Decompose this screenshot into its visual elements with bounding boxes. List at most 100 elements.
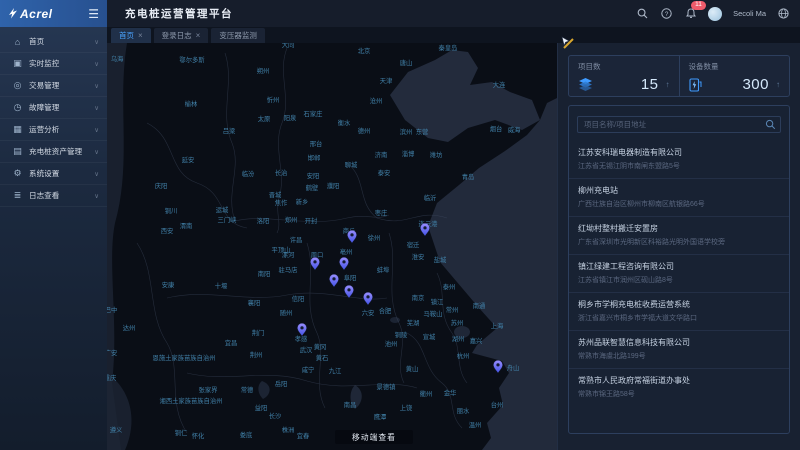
sidebar-item-故障管理[interactable]: ◷ 故障管理 ∨ <box>0 97 107 119</box>
home-icon: ⌂ <box>11 37 24 47</box>
city-label: 滨州 <box>400 127 413 136</box>
globe-icon[interactable] <box>777 7 790 20</box>
location-pin-icon[interactable] <box>363 292 372 305</box>
chevron-down-icon: ∨ <box>94 60 99 68</box>
city-label: 嘉兴 <box>470 336 483 345</box>
bell-icon[interactable]: 11 <box>684 7 697 20</box>
city-label: 湘西土家族苗族自治州 <box>160 396 223 405</box>
city-label: 淄博 <box>402 149 415 158</box>
city-label: 盐城 <box>434 255 447 264</box>
city-label: 徐州 <box>368 233 381 242</box>
city-label: 安阳 <box>307 171 320 180</box>
location-pin-icon[interactable] <box>329 274 338 287</box>
sidebar-item-日志查看[interactable]: ≣日志查看∨ <box>0 185 107 207</box>
hamburger-menu-icon[interactable]: ☰ <box>88 8 99 20</box>
tab-close-icon[interactable]: × <box>138 31 143 40</box>
city-label: 温州 <box>469 420 482 429</box>
help-icon[interactable]: ? <box>660 7 673 20</box>
location-pin-icon[interactable] <box>420 223 429 236</box>
city-label: 濮阳 <box>327 181 340 190</box>
city-label: 六安 <box>362 308 375 317</box>
location-pin-icon[interactable] <box>310 257 319 270</box>
city-label: 新乡 <box>296 197 309 206</box>
tab-label: 登录日志 <box>162 30 192 41</box>
sidebar-item-交易管理[interactable]: ◎交易管理∨ <box>0 75 107 97</box>
city-label: 驻马店 <box>279 265 298 274</box>
project-address: 江苏省无锡江阴市南闸东盟路5号 <box>578 161 780 171</box>
city-label: 长沙 <box>269 411 282 420</box>
city-label: 宿迁 <box>407 240 420 249</box>
tab-2[interactable]: 登录日志 × <box>154 28 209 43</box>
project-list-item[interactable]: 镇江绿建工程咨询有限公司江苏省镇江市润州区砚山路8号 <box>569 254 789 292</box>
top-bar: 充电桩运营管理平台 ? 11 Secoli Ma <box>107 0 800 27</box>
city-label: 漯河 <box>282 250 295 259</box>
tab-label: 首页 <box>119 30 134 41</box>
city-label: 随州 <box>280 308 293 317</box>
tab-close-icon[interactable]: × <box>196 31 201 40</box>
city-label: 益阳 <box>255 403 268 412</box>
chevron-down-icon: ∨ <box>94 38 99 46</box>
stat-projects-value: 15 <box>641 76 659 93</box>
city-label: 宜昌 <box>225 338 238 347</box>
stat-devices-value: 300 <box>742 76 769 93</box>
sidebar-item-实时监控[interactable]: ▣实时监控∨ <box>0 53 107 75</box>
city-label: 长治 <box>275 168 288 177</box>
project-list-item[interactable]: 江苏安科瑞电器制造有限公司江苏省无锡江阴市南闸东盟路5号 <box>569 141 789 178</box>
city-label: 信阳 <box>292 294 305 303</box>
tab-3[interactable]: 变压器监测 <box>211 28 265 43</box>
project-list-item[interactable]: 柳州充电站广西壮族自治区柳州市柳南区航银路66号 <box>569 178 789 216</box>
project-name: 桐乡市学桐充电桩收费运营系统 <box>578 299 780 310</box>
city-label: 上饶 <box>400 403 413 412</box>
fault-icon: ◷ <box>11 102 24 113</box>
search-icon[interactable] <box>765 117 776 135</box>
sidebar-item-运营分析[interactable]: ▦运营分析∨ <box>0 119 107 141</box>
sidebar-item-系统设置[interactable]: ⚙系统设置∨ <box>0 163 107 185</box>
city-label: 金华 <box>444 388 457 397</box>
mobile-view-button[interactable]: 移动端查看 <box>335 430 413 444</box>
sidebar-item-label: 系统设置 <box>29 168 59 179</box>
city-label: 广安 <box>107 348 117 357</box>
city-label: 郑州 <box>285 216 298 224</box>
chevron-down-icon: ∨ <box>94 104 99 112</box>
tab-1[interactable]: 首页 × <box>111 28 151 43</box>
location-pin-icon[interactable] <box>297 323 306 336</box>
city-label: 黄石 <box>316 353 329 362</box>
city-label: 邢台 <box>310 139 323 148</box>
city-label: 青岛 <box>462 172 475 181</box>
sidebar: ⌂首页∨▣实时监控∨◎交易管理∨◷故障管理∨▦运营分析∨▤充电桩资产管理∨⚙系统… <box>0 27 107 450</box>
project-list-item[interactable]: 常熟市人民政府常福街道办事处常熟市锦王路58号 <box>569 368 789 406</box>
city-label: 铜仁 <box>175 428 188 437</box>
avatar[interactable] <box>708 7 722 21</box>
settings-icon: ⚙ <box>11 168 24 179</box>
logo-text: Acrel <box>20 7 53 21</box>
city-label: 娄底 <box>240 430 253 439</box>
sidebar-item-label: 故障管理 <box>29 102 59 113</box>
city-label: 阳泉 <box>284 113 297 122</box>
city-label: 衡水 <box>338 118 351 127</box>
location-pin-icon[interactable] <box>344 285 353 298</box>
project-search-input[interactable] <box>577 116 781 133</box>
user-name[interactable]: Secoli Ma <box>733 9 766 18</box>
location-pin-icon[interactable] <box>339 257 348 270</box>
sidebar-item-label: 首页 <box>29 36 44 47</box>
stat-projects-label: 项目数 <box>578 61 670 72</box>
sidebar-item-充电桩资产管理[interactable]: ▤充电桩资产管理∨ <box>0 141 107 163</box>
project-list-item[interactable]: 桐乡市学桐充电桩收费运营系统浙江省嘉兴市桐乡市学福大道文华路口 <box>569 292 789 330</box>
location-pin-icon[interactable] <box>347 230 356 243</box>
sidebar-item-首页[interactable]: ⌂ 首页 ∨ <box>0 31 107 53</box>
city-label: 襄阳 <box>248 298 261 307</box>
city-label: 九江 <box>329 366 342 375</box>
project-list-item[interactable]: 苏州品联智慧信息科技有限公司常熟市海虞北路199号 <box>569 330 789 368</box>
project-name: 镇江绿建工程咨询有限公司 <box>578 261 780 272</box>
map-canvas[interactable]: 大同北京秦皇岛唐山乌海鄂尔多斯朔州天津大连忻州沧州榆林石家庄阳泉太原衡水烟台威海… <box>107 43 557 450</box>
city-label: 运城 <box>216 206 229 214</box>
location-pin-icon[interactable] <box>493 360 502 373</box>
city-label: 舟山 <box>507 363 520 372</box>
project-list-item[interactable]: 红坳村整村搬迁安置房广东省深圳市光明新区科裕路光明外国语学校旁 <box>569 216 789 254</box>
city-label: 台州 <box>491 400 504 409</box>
trend-up-icon: ↑ <box>666 80 670 89</box>
search-icon[interactable] <box>636 7 649 20</box>
city-label: 乌海 <box>111 54 124 63</box>
city-label: 威海 <box>508 125 521 134</box>
city-label: 丽水 <box>457 406 470 415</box>
